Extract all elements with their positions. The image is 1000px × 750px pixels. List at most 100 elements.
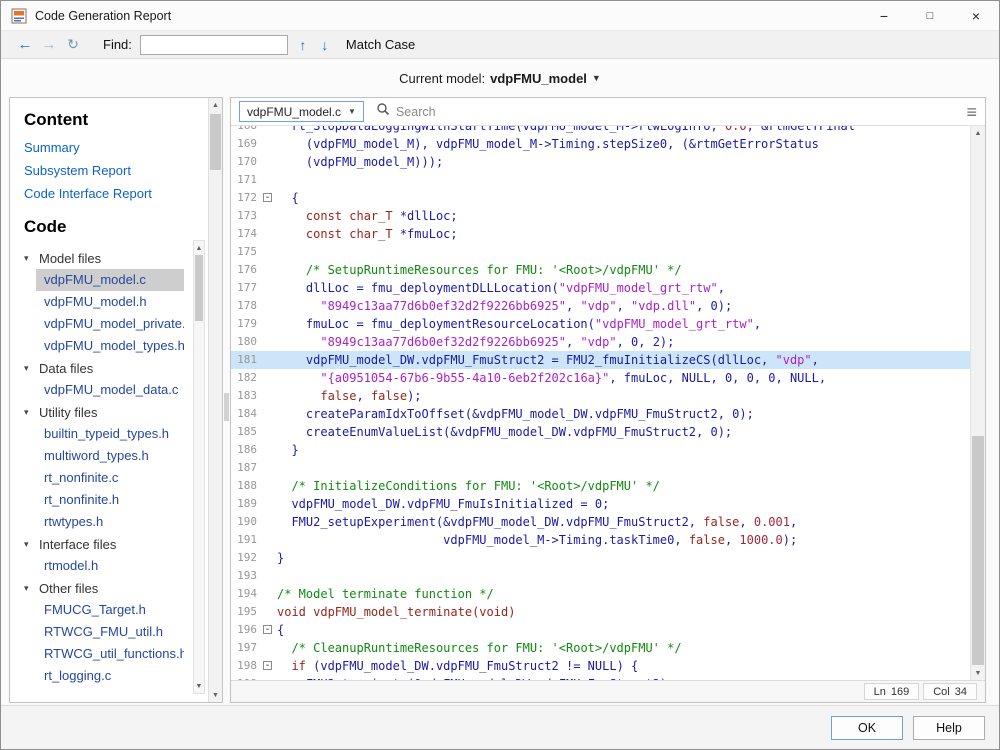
file-item-rtwcg-fmu-util-h[interactable]: RTWCG_FMU_util.h [36,621,184,643]
code-line-185[interactable]: 185 createEnumValueList(&vdpFMU_model_DW… [231,423,970,441]
file-item-rt-nonfinite-h[interactable]: rt_nonfinite.h [36,489,184,511]
code-line-198[interactable]: 198- if (vdpFMU_model_DW.vdpFMU_FmuStruc… [231,657,970,675]
refresh-button[interactable]: ↻ [61,36,85,53]
code-text: fmuLoc = fmu_deploymentResourceLocation(… [277,315,761,333]
scroll-down-icon[interactable]: ▼ [209,688,222,702]
file-item-builtin-typeid-types-h[interactable]: builtin_typeid_types.h [36,423,184,445]
code-line-192[interactable]: 192} [231,549,970,567]
back-button[interactable]: ← [13,36,37,53]
code-scrollbar: ▲ ▼ [970,126,985,680]
fold-toggle-icon[interactable]: - [261,189,277,207]
sidebar-scrollbar-thumb[interactable] [210,114,221,170]
collapse-arrow-icon: ▾ [24,583,39,594]
file-item-vdpfmu-model-h[interactable]: vdpFMU_model.h [36,291,184,313]
minimize-button[interactable]: − [861,1,907,30]
code-line-181[interactable]: 181 vdpFMU_model_DW.vdpFMU_FmuStruct2 = … [231,351,970,369]
code-line-193[interactable]: 193 [231,567,970,585]
code-line-169[interactable]: 169 (vdpFMU_model_M), vdpFMU_model_M->Ti… [231,135,970,153]
code-scrollbar-thumb[interactable] [972,436,984,665]
file-group-utility-files[interactable]: ▾Utility files [24,401,208,423]
scroll-up-icon[interactable]: ▲ [194,241,204,255]
file-item-vdpfmu-model-data-c[interactable]: vdpFMU_model_data.c [36,379,184,401]
file-group-data-files[interactable]: ▾Data files [24,357,208,379]
maximize-button[interactable]: □ [907,1,953,30]
file-item-rtwcg-util-functions-h[interactable]: RTWCG_util_functions.h [36,643,184,665]
code-line-189[interactable]: 189 vdpFMU_model_DW.vdpFMU_FmuIsInitiali… [231,495,970,513]
file-item-rtmodel-h[interactable]: rtmodel.h [36,555,184,577]
code-line-182[interactable]: 182 "{a0951054-67b6-9b55-4a10-6eb2f202c1… [231,369,970,387]
code-generation-report-window: Code Generation Report − □ × ← → ↻ Find:… [0,0,1000,750]
file-tree-scrollbar-thumb[interactable] [195,255,203,321]
code-line-172[interactable]: 172- { [231,189,970,207]
code-line-194[interactable]: 194/* Model terminate function */ [231,585,970,603]
code-line-173[interactable]: 173 const char_T *dllLoc; [231,207,970,225]
code-section-title: Code [24,217,208,237]
search-input[interactable] [396,105,616,119]
line-number: 182 [231,369,261,387]
file-item-multiword-types-h[interactable]: multiword_types.h [36,445,184,467]
code-line-190[interactable]: 190 FMU2_setupExperiment(&vdpFMU_model_D… [231,513,970,531]
code-line-178[interactable]: 178 "8949c13aa77d6b0ef32d2f9226bb6925", … [231,297,970,315]
fold-toggle-icon[interactable]: - [261,657,277,675]
sidebar-link-summary[interactable]: Summary [24,140,208,155]
menu-icon[interactable]: ≡ [966,103,977,121]
file-group-label: Other files [39,581,98,596]
code-line-176[interactable]: 176 /* SetupRuntimeResources for FMU: '<… [231,261,970,279]
file-item-fmucg-target-h[interactable]: FMUCG_Target.h [36,599,184,621]
file-item-rt-nonfinite-c[interactable]: rt_nonfinite.c [36,467,184,489]
close-button[interactable]: × [953,1,999,30]
code-line-187[interactable]: 187 [231,459,970,477]
sidebar-link-code-interface-report[interactable]: Code Interface Report [24,186,208,201]
refresh-icon: ↻ [67,36,79,52]
code-line-171[interactable]: 171 [231,171,970,189]
code-line-197[interactable]: 197 /* CleanupRuntimeResources for FMU: … [231,639,970,657]
scroll-up-icon[interactable]: ▲ [209,98,222,112]
find-previous-button[interactable]: ↑ [296,37,310,53]
code-line-183[interactable]: 183 false, false); [231,387,970,405]
file-selector-dropdown[interactable]: vdpFMU_model.c ▼ [239,101,364,122]
code-line-177[interactable]: 177 dllLoc = fmu_deploymentDLLLocation("… [231,279,970,297]
file-group-interface-files[interactable]: ▾Interface files [24,533,208,555]
file-item-vdpfmu-model-c[interactable]: vdpFMU_model.c [36,269,184,291]
code-line-175[interactable]: 175 [231,243,970,261]
file-item-rt-logging-c[interactable]: rt_logging.c [36,665,184,687]
down-arrow-icon: ↓ [321,37,328,53]
fold-toggle-icon[interactable]: - [261,621,277,639]
code-line-170[interactable]: 170 (vdpFMU_model_M))); [231,153,970,171]
help-button[interactable]: Help [913,716,985,740]
file-group-other-files[interactable]: ▾Other files [24,577,208,599]
file-item-vdpfmu-model-types-h[interactable]: vdpFMU_model_types.h [36,335,184,357]
code-line-195[interactable]: 195void vdpFMU_model_terminate(void) [231,603,970,621]
match-case-toggle[interactable]: Match Case [346,37,415,52]
find-next-button[interactable]: ↓ [318,37,332,53]
file-group-model-files[interactable]: ▾Model files [24,247,208,269]
file-item-rtwtypes-h[interactable]: rtwtypes.h [36,511,184,533]
code-line-174[interactable]: 174 const char_T *fmuLoc; [231,225,970,243]
scroll-up-icon[interactable]: ▲ [971,126,985,140]
code-line-186[interactable]: 186 } [231,441,970,459]
code-line-196[interactable]: 196-{ [231,621,970,639]
line-number: 185 [231,423,261,441]
code-line-179[interactable]: 179 fmuLoc = fmu_deploymentResourceLocat… [231,315,970,333]
line-number: 189 [231,495,261,513]
code-line-168[interactable]: 168 rt_StopDataLoggingWithStartTime(vdpF… [231,126,970,135]
forward-button[interactable]: → [37,36,61,53]
code-text: { [277,189,299,207]
code-line-180[interactable]: 180 "8949c13aa77d6b0ef32d2f9226bb6925", … [231,333,970,351]
code-line-188[interactable]: 188 /* InitializeConditions for FMU: '<R… [231,477,970,495]
scroll-down-icon[interactable]: ▼ [194,679,204,693]
code-line-191[interactable]: 191 vdpFMU_model_M->Timing.taskTime0, fa… [231,531,970,549]
collapse-arrow-icon: ▾ [24,407,39,418]
editor-toolbar: vdpFMU_model.c ▼ ≡ [231,98,985,126]
file-item-vdpfmu-model-private-h[interactable]: vdpFMU_model_private.h [36,313,184,335]
fold-gutter [261,405,277,423]
code-viewport[interactable]: 168 rt_StopDataLoggingWithStartTime(vdpF… [231,126,970,680]
panel-splitter[interactable] [224,393,229,421]
ok-button[interactable]: OK [831,716,903,740]
code-line-184[interactable]: 184 createParamIdxToOffset(&vdpFMU_model… [231,405,970,423]
fold-gutter [261,603,277,621]
scroll-down-icon[interactable]: ▼ [971,666,985,680]
find-input[interactable] [140,35,288,55]
current-model-selector[interactable]: Current model: vdpFMU_model ▼ [1,59,999,97]
sidebar-link-subsystem-report[interactable]: Subsystem Report [24,163,208,178]
